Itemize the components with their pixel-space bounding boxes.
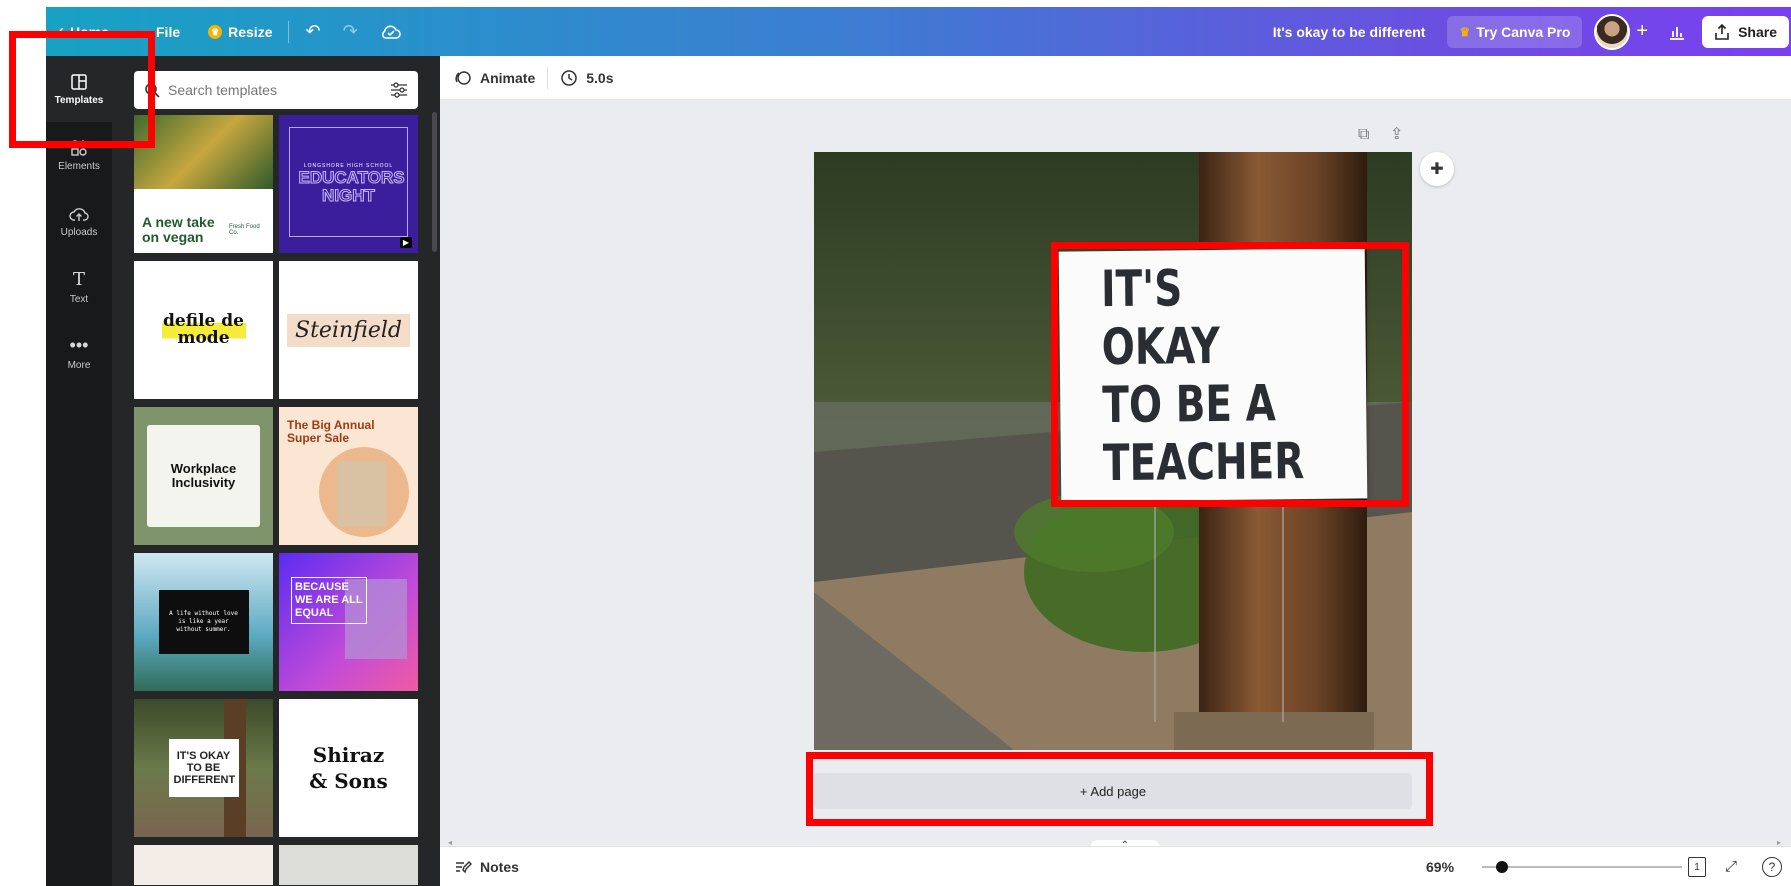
home-button[interactable]: ‹ Home [46, 7, 146, 56]
plus-icon: + [1636, 20, 1649, 42]
template-image [134, 115, 273, 189]
help-button[interactable]: ? [1762, 857, 1782, 877]
template-card[interactable]: Shiraz & Sons [279, 699, 418, 837]
sign-wire [1282, 502, 1284, 722]
search-icon [145, 83, 160, 98]
template-card[interactable] [134, 845, 273, 885]
zoom-slider-handle[interactable] [1496, 861, 1508, 873]
design-title[interactable]: It's okay to be different [1273, 7, 1426, 56]
redo-icon: ↷ [342, 21, 358, 41]
search-box [134, 71, 418, 109]
editor-toolbar: Animate 5.0s [440, 56, 1791, 100]
template-card[interactable]: A life without love is like a year witho… [134, 553, 273, 691]
uploads-icon [69, 207, 89, 221]
crown-icon: ♛ [1459, 24, 1471, 39]
share-icon [1715, 23, 1729, 40]
text-icon: T [72, 269, 85, 290]
template-card[interactable]: defile de mode [134, 261, 273, 399]
design-page[interactable]: IT'S OKAY TO BE A TEACHER [814, 152, 1412, 750]
panel-scrollbar[interactable] [432, 112, 437, 252]
video-badge-icon: ▶ [399, 237, 412, 248]
template-card[interactable]: Steinfield [279, 261, 418, 399]
templates-icon [71, 73, 87, 90]
template-card[interactable]: A new take on vegan Fresh Food Co. [134, 115, 273, 253]
chevron-left-icon: ‹ [58, 21, 64, 41]
template-card[interactable]: The Big Annual Super Sale [279, 407, 418, 545]
notes-button[interactable]: Notes [454, 859, 519, 875]
duplicate-page-icon[interactable]: ⧉ [1358, 126, 1369, 144]
add-page-button[interactable]: + Add page [814, 773, 1412, 809]
rail-item-uploads[interactable]: Uploads [46, 188, 112, 254]
sign-board[interactable]: IT'S OKAY TO BE A TEACHER [1058, 248, 1368, 502]
bottom-bar: Notes 69% 1 ⤢ ? [440, 846, 1791, 886]
notes-icon [456, 860, 472, 873]
bar-chart-icon [1670, 26, 1685, 40]
animate-icon [455, 70, 471, 85]
zoom-slider[interactable] [1482, 861, 1682, 873]
divider [288, 20, 290, 43]
crown-icon: ♛ [208, 24, 223, 39]
template-grid: A new take on vegan Fresh Food Co. LONGS… [134, 115, 418, 885]
rail-item-more[interactable]: ••• More [46, 320, 112, 386]
template-card[interactable]: Workplace Inclusivity [134, 407, 273, 545]
insights-button[interactable] [1668, 7, 1686, 56]
template-card[interactable] [279, 845, 418, 885]
search-input[interactable] [168, 82, 382, 98]
templates-panel: A new take on vegan Fresh Food Co. LONGS… [112, 56, 440, 886]
resize-button[interactable]: ♛ Resize [208, 7, 272, 56]
undo-icon: ↶ [305, 21, 321, 41]
fullscreen-icon[interactable]: ⤢ [1725, 858, 1737, 875]
page-count-button[interactable]: 1 [1688, 857, 1706, 877]
template-card[interactable]: LONGSHORE HIGH SCHOOL EDUCATORS NIGHT ▶ [279, 115, 418, 253]
duration-button[interactable]: 5.0s [560, 69, 613, 87]
animate-button[interactable]: Animate [454, 69, 535, 87]
rail-item-text[interactable]: T Text [46, 254, 112, 320]
comment-icon: ✚ [1430, 161, 1444, 178]
cloud-check-icon [381, 25, 401, 39]
template-image [337, 461, 387, 527]
question-icon: ? [1768, 860, 1776, 874]
clock-icon [561, 69, 577, 86]
sign-wire [1154, 502, 1156, 722]
undo-button[interactable]: ↶ [305, 7, 320, 56]
divider [547, 66, 549, 89]
share-button[interactable]: Share [1702, 15, 1789, 48]
add-collaborator-button[interactable]: + [1636, 7, 1648, 56]
template-frame [289, 127, 408, 237]
template-card[interactable]: BECAUSE WE ARE ALL EQUAL [279, 553, 418, 691]
redo-button[interactable]: ↷ [343, 7, 358, 56]
filter-icon[interactable] [390, 82, 408, 98]
zoom-level: 69% [1426, 858, 1455, 875]
side-rail: Templates Elements Uploads T Text ••• Mo… [46, 56, 112, 886]
rail-item-templates[interactable]: Templates [46, 56, 112, 122]
more-icon: ••• [69, 335, 89, 355]
save-status-button[interactable] [380, 7, 402, 56]
add-page-icon[interactable]: ⇪ [1390, 124, 1403, 144]
template-card[interactable]: IT'S OKAY TO BE DIFFERENT [134, 699, 273, 837]
magic-switch-button[interactable]: ✚ [1420, 152, 1454, 186]
file-menu[interactable]: File [156, 7, 180, 56]
avatar[interactable] [1594, 13, 1631, 50]
try-pro-button[interactable]: ♛ Try Canva Pro [1447, 15, 1583, 48]
elements-icon [71, 139, 88, 156]
rail-item-elements[interactable]: Elements [46, 122, 112, 188]
top-bar: ‹ Home File ♛ Resize ↶ ↷ It's okay to be… [46, 7, 1791, 56]
